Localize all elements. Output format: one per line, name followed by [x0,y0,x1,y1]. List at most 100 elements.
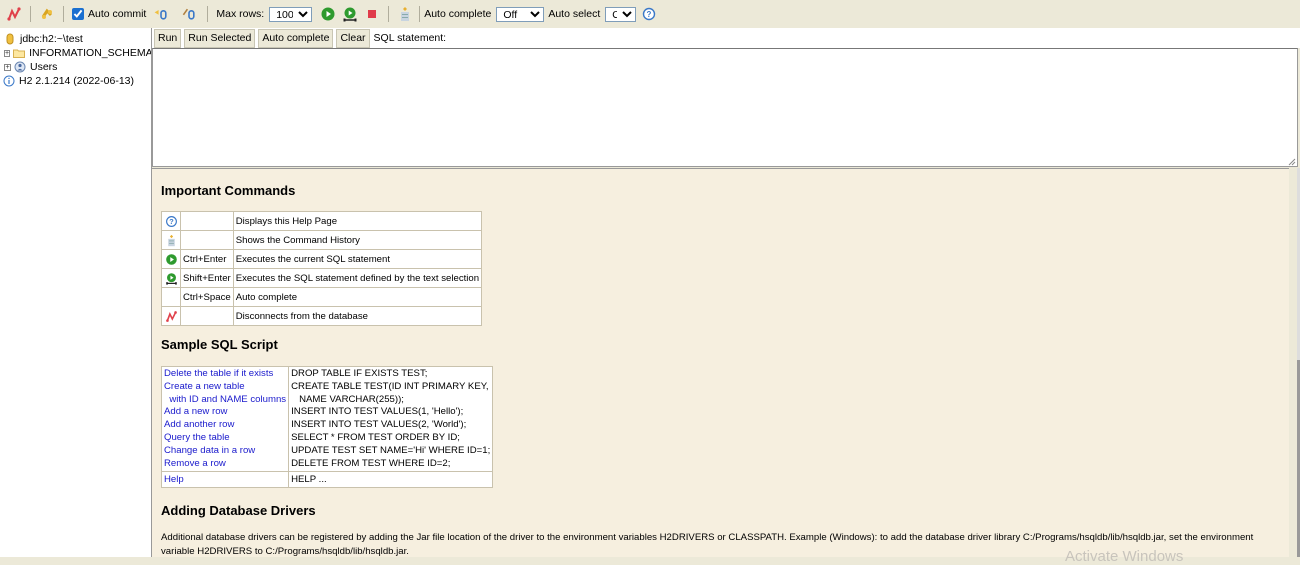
adding-drivers-heading: Adding Database Drivers [161,503,316,518]
toolbar-separator [419,6,421,22]
run-selected-icon [161,268,181,288]
sample-link[interactable]: with ID and NAME columns [164,394,286,405]
shortcut-cell: Ctrl+Enter [180,249,234,269]
users-icon [14,61,26,73]
toolbar-separator [63,6,64,22]
sample-sql-table: Delete the table if it exists Create a n… [160,365,494,489]
run-selected-icon[interactable] [342,6,358,22]
sql-line: UPDATE TEST SET NAME='Hi' WHERE ID=1; [291,444,491,456]
sample-link[interactable]: Create a new table [164,381,245,392]
sample-link[interactable]: Remove a row [164,458,226,469]
tree-item-version: H2 2.1.214 (2022-06-13) [0,74,151,88]
run-icon[interactable] [320,6,336,22]
query-toolbar: Run Run Selected Auto complete Clear SQL… [151,28,1300,48]
help-icon: ? [161,211,181,231]
clear-button[interactable]: Clear [336,28,370,48]
folder-icon [13,47,26,59]
important-commands-table: ? Displays this Help Page Shows the Comm… [161,211,483,326]
disconnect-icon [161,306,181,326]
tree-item-label: H2 2.1.214 (2022-06-13) [19,75,134,87]
toolbar: Auto commit Max rows: 1000 Auto complete… [0,0,1300,28]
shortcut-cell: Ctrl+Space [180,287,234,307]
sample-sql-heading: Sample SQL Script [161,337,278,352]
table-row: ? Displays this Help Page [161,211,483,231]
table-row: Shows the Command History [161,230,483,250]
auto-select-select[interactable]: On [605,6,637,22]
shortcut-cell: Shift+Enter [180,268,234,288]
sql-input[interactable] [152,48,1298,167]
description-cell: Displays this Help Page [232,211,483,231]
auto-complete-select[interactable]: Off [496,6,545,22]
sample-link[interactable]: Change data in a row [164,445,255,456]
empty-icon-cell [161,287,181,307]
tree-item-label: Users [30,61,58,73]
help-icon[interactable]: ? [641,6,657,22]
auto-commit-checkbox[interactable] [72,8,84,20]
sql-statement-label: SQL statement: [373,32,447,44]
run-button[interactable]: Run [154,28,182,48]
object-tree: jdbc:h2:~\test + INFORMATION_SCHEMA + Us… [0,28,153,557]
description-cell: Executes the current SQL statement [232,249,483,269]
table-row: Ctrl+Space Auto complete [161,287,483,307]
svg-text:?: ? [169,217,174,226]
shortcut-cell [180,211,234,231]
max-rows-label: Max rows: [216,8,265,20]
sql-line: NAME VARCHAR(255)); [291,393,404,405]
tree-item-label: INFORMATION_SCHEMA [29,47,153,59]
important-commands-heading: Important Commands [161,183,296,198]
disconnect-icon[interactable] [6,6,22,22]
sample-links-cell: Help [160,471,290,489]
sample-link[interactable]: Delete the table if it exists [164,368,273,379]
history-icon [161,230,181,250]
sample-link[interactable]: Add a new row [164,406,227,417]
svg-text:?: ? [647,10,652,19]
tree-item-connection[interactable]: jdbc:h2:~\test [0,32,151,46]
description-cell: Auto complete [232,287,483,307]
sql-line: INSERT INTO TEST VALUES(2, 'World'); [291,419,467,431]
description-cell: Shows the Command History [232,230,483,250]
help-panel: Important Commands ? Displays this Help … [152,168,1289,557]
sql-line: SELECT * FROM TEST ORDER BY ID; [291,431,460,443]
rollback-icon[interactable] [151,6,171,22]
refresh-icon[interactable] [39,6,55,22]
commit-icon[interactable] [179,6,199,22]
stop-icon[interactable] [364,6,380,22]
toolbar-separator [388,6,390,22]
auto-complete-label: Auto complete [424,8,492,20]
database-icon [4,33,16,45]
auto-commit-label: Auto commit [88,8,147,20]
table-row: Help HELP ... [160,471,494,489]
tree-item-users[interactable]: + Users [0,60,151,74]
help-link[interactable]: Help [164,474,184,485]
sample-link[interactable]: Query the table [164,432,230,443]
toolbar-separator [30,6,31,22]
toolbar-separator [207,6,209,22]
tree-item-information-schema[interactable]: + INFORMATION_SCHEMA [0,46,153,60]
shortcut-cell [180,306,234,326]
max-rows-select[interactable]: 1000 [269,6,313,22]
sql-line: DROP TABLE IF EXISTS TEST; [291,368,428,379]
table-row: Ctrl+Enter Executes the current SQL stat… [161,249,483,269]
sql-line: INSERT INTO TEST VALUES(1, 'Hello'); [291,406,464,418]
sql-line: CREATE TABLE TEST(ID INT PRIMARY KEY, [291,380,489,392]
run-icon [161,249,181,269]
auto-select-label: Auto select [548,8,601,20]
sample-sql-cell: HELP ... [288,471,494,489]
description-cell: Executes the SQL statement defined by th… [232,268,483,288]
history-icon[interactable] [397,6,413,22]
shortcut-cell [180,230,234,250]
sample-link[interactable]: Add another row [164,419,234,430]
sample-links-cell: Delete the table if it exists Create a n… [160,365,290,473]
tree-item-label: jdbc:h2:~\test [20,33,83,45]
run-selected-button[interactable]: Run Selected [184,28,256,48]
info-icon [3,75,15,87]
resize-grip-icon[interactable] [1288,158,1296,166]
expand-icon[interactable]: + [4,63,11,71]
description-cell: Disconnects from the database [232,306,483,326]
table-row: Shift+Enter Executes the SQL statement d… [161,268,483,288]
auto-complete-button[interactable]: Auto complete [258,28,334,48]
sql-line: DELETE FROM TEST WHERE ID=2; [291,457,451,469]
expand-icon[interactable]: + [4,49,11,57]
table-row: Delete the table if it exists Create a n… [160,365,494,473]
table-row: Disconnects from the database [161,306,483,326]
